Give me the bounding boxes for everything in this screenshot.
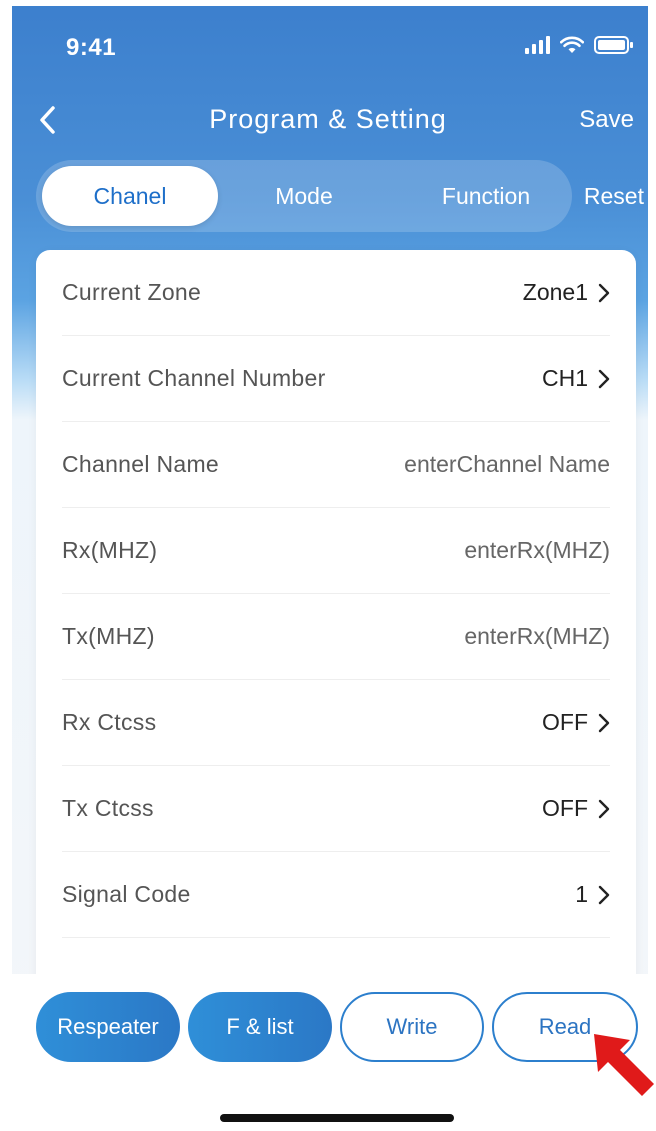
chevron-right-icon bbox=[598, 369, 610, 388]
frame-edge-right bbox=[648, 0, 656, 1131]
red-arrow-icon bbox=[594, 1034, 654, 1096]
f-list-button[interactable]: F & list bbox=[188, 992, 332, 1062]
frame-top bbox=[0, 0, 656, 6]
setting-label: Rx(MHZ) bbox=[62, 537, 158, 563]
setting-value-group: Zone1 bbox=[523, 279, 610, 306]
status-icons bbox=[525, 36, 634, 54]
save-button[interactable]: Save bbox=[579, 106, 634, 134]
frame-edge-left bbox=[0, 0, 12, 1131]
setting-label: Rx Ctcss bbox=[62, 709, 157, 735]
setting-value-group: 1 bbox=[575, 881, 610, 908]
tab-chanel[interactable]: Chanel bbox=[42, 166, 218, 226]
chevron-right-icon bbox=[598, 713, 610, 732]
chevron-right-icon bbox=[598, 799, 610, 818]
setting-channel-name[interactable]: Channel Name enterChannel Name bbox=[62, 422, 610, 508]
chevron-right-icon bbox=[598, 283, 610, 302]
setting-value: CH1 bbox=[541, 365, 588, 391]
setting-value-group: CH1 bbox=[542, 365, 610, 392]
tx-mhz-input[interactable]: enterRx(MHZ) bbox=[464, 623, 610, 650]
settings-card: Current Zone Zone1 Current Channel Numbe… bbox=[36, 250, 636, 990]
tab-mode[interactable]: Mode bbox=[252, 160, 356, 232]
setting-value-group: OFF bbox=[542, 709, 610, 736]
setting-label: Channel Name bbox=[62, 451, 220, 477]
setting-value: 1 bbox=[575, 881, 588, 907]
setting-value: OFF bbox=[542, 709, 588, 735]
setting-label: Tx Ctcss bbox=[62, 795, 154, 821]
rx-mhz-input[interactable]: enterRx(MHZ) bbox=[464, 537, 610, 564]
home-indicator bbox=[220, 1114, 454, 1122]
action-bar: Respeater F & list Write Read bbox=[0, 974, 656, 1131]
setting-label: Signal Code bbox=[62, 881, 191, 907]
write-button[interactable]: Write bbox=[340, 992, 484, 1062]
setting-tx-mhz[interactable]: Tx(MHZ) enterRx(MHZ) bbox=[62, 594, 610, 680]
setting-label: Current Zone bbox=[62, 279, 202, 305]
chevron-right-icon bbox=[598, 885, 610, 904]
setting-tx-ctcss[interactable]: Tx Ctcss OFF bbox=[62, 766, 610, 852]
respeater-button[interactable]: Respeater bbox=[36, 992, 180, 1062]
battery-icon bbox=[594, 36, 634, 54]
setting-rx-mhz[interactable]: Rx(MHZ) enterRx(MHZ) bbox=[62, 508, 610, 594]
setting-value: Zone1 bbox=[522, 279, 588, 305]
setting-signal-code[interactable]: Signal Code 1 bbox=[62, 852, 610, 938]
setting-label: Current Channel Number bbox=[62, 365, 326, 391]
setting-rx-ctcss[interactable]: Rx Ctcss OFF bbox=[62, 680, 610, 766]
tab-function[interactable]: Function bbox=[416, 160, 556, 232]
setting-current-zone[interactable]: Current Zone Zone1 bbox=[62, 250, 610, 336]
wifi-icon bbox=[560, 36, 584, 54]
tab-bar: Chanel Mode Function bbox=[36, 160, 572, 232]
page-title: Program & Setting bbox=[209, 104, 447, 134]
status-time: 9:41 bbox=[66, 34, 117, 61]
setting-value: OFF bbox=[542, 795, 588, 821]
setting-current-channel-number[interactable]: Current Channel Number CH1 bbox=[62, 336, 610, 422]
reset-button[interactable]: Reset bbox=[584, 160, 644, 232]
setting-value-group: OFF bbox=[542, 795, 610, 822]
channel-name-input[interactable]: enterChannel Name bbox=[404, 451, 610, 478]
app-screen: 9:41 Program & Setting Save Chanel Mode … bbox=[0, 0, 656, 1131]
cellular-signal-icon bbox=[525, 36, 550, 54]
setting-label: Tx(MHZ) bbox=[62, 623, 155, 649]
